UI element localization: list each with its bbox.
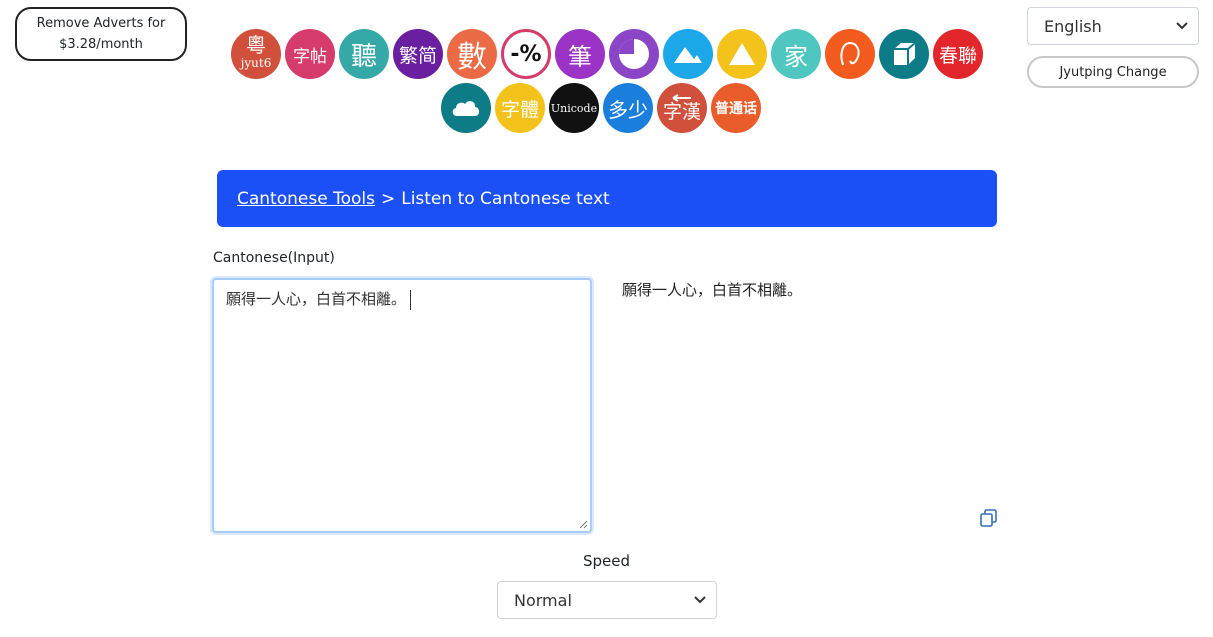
cloud-icon[interactable] [441, 83, 491, 133]
speed-select-value: Normal [514, 590, 572, 610]
font-glyph: 字體 [500, 98, 539, 121]
jyutping-tool-icon[interactable]: 粵 jyut6 [231, 29, 281, 79]
unicode-glyph: Unicode [550, 101, 598, 115]
text-caret [410, 289, 412, 310]
resize-handle-icon[interactable] [578, 519, 588, 529]
stroke-glyph: 筆 [568, 42, 592, 71]
pie-chart-glyph [619, 39, 649, 69]
chinese-character-icon[interactable]: 字漢 [657, 83, 707, 133]
input-label: Cantonese(Input) [213, 250, 335, 266]
cantonese-input-value: 願得一人心，白首不相離。 [226, 290, 407, 308]
chevron-down-icon [694, 596, 706, 604]
unicode-icon[interactable]: Unicode [549, 83, 599, 133]
numbers-glyph: 數 [457, 40, 487, 75]
chevron-down-icon [1176, 22, 1188, 30]
jyutping-tool-sub: jyut6 [240, 56, 272, 70]
cantonese-input[interactable]: 願得一人心，白首不相離。 [212, 278, 592, 533]
triangle-glyph [729, 43, 755, 65]
swirl-icon[interactable] [825, 29, 875, 79]
pie-chart-icon[interactable] [609, 29, 659, 79]
traditional-simplified-icon[interactable]: 繁简 [393, 29, 443, 79]
calligraphy-sheet-icon[interactable]: 字帖 [285, 29, 335, 79]
output-text: 願得一人心，白首不相離。 [622, 281, 803, 299]
spring-couplet-glyph: 春聯 [938, 44, 977, 67]
speed-label: Speed [582, 552, 631, 570]
listen-icon[interactable]: 聽 [339, 29, 389, 79]
breadcrumb-separator: > [380, 188, 396, 209]
mountains-icon[interactable] [663, 29, 713, 79]
chinese-character-glyph: 字漢 [662, 101, 701, 123]
swirl-glyph [840, 41, 860, 66]
listen-glyph: 聽 [350, 41, 377, 72]
cube-glyph [894, 42, 916, 65]
family-glyph: 家 [784, 42, 808, 71]
remove-adverts-line1: Remove Adverts for [36, 16, 166, 31]
jyutping-change-label: Jyutping Change [1059, 64, 1167, 80]
jyutping-tool-glyph: 粵 [246, 33, 266, 57]
percent-glyph: -% [510, 41, 542, 67]
cube-icon[interactable] [879, 29, 929, 79]
mandarin-icon[interactable]: 普通话 [711, 83, 761, 133]
breadcrumb-current: Listen to Cantonese text [401, 188, 610, 209]
speed-select[interactable]: Normal [497, 581, 717, 619]
count-glyph: 多少 [608, 97, 648, 122]
font-icon[interactable]: 字體 [495, 83, 545, 133]
mountains-glyph [674, 47, 702, 63]
copy-icon[interactable] [979, 508, 999, 528]
stroke-icon[interactable]: 筆 [555, 29, 605, 79]
language-select[interactable]: English [1027, 7, 1199, 45]
language-select-value: English [1044, 16, 1102, 36]
remove-adverts-line2: $3.28/month [59, 37, 143, 52]
numbers-icon[interactable]: 數 [447, 29, 497, 79]
remove-adverts-button[interactable]: Remove Adverts for $3.28/month [15, 7, 187, 61]
percent-icon[interactable]: -% [501, 29, 551, 79]
jyutping-change-button[interactable]: Jyutping Change [1027, 56, 1199, 88]
count-icon[interactable]: 多少 [603, 83, 653, 133]
breadcrumb-link-cantonese-tools[interactable]: Cantonese Tools [237, 189, 375, 209]
cloud-glyph [452, 101, 480, 116]
family-icon[interactable]: 家 [771, 29, 821, 79]
mandarin-glyph: 普通话 [715, 101, 757, 117]
triangle-icon[interactable] [717, 29, 767, 79]
breadcrumb: Cantonese Tools > Listen to Cantonese te… [217, 170, 997, 227]
traditional-simplified-glyph: 繁简 [398, 44, 437, 67]
calligraphy-sheet-glyph: 字帖 [293, 46, 327, 67]
spring-couplet-icon[interactable]: 春聯 [933, 29, 983, 79]
